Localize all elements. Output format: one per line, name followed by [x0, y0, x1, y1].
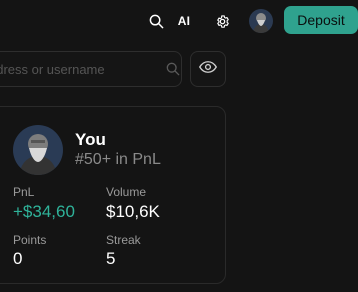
settings-gear-icon[interactable] — [211, 10, 233, 32]
visibility-toggle-button[interactable] — [190, 51, 226, 87]
app-root: AI Deposit ddress or username You #50+ i… — [0, 0, 358, 292]
profile-card: You #50+ in PnL PnL +$34,60 Volume $10,6… — [0, 106, 226, 284]
volume-value: $10,6K — [106, 202, 160, 221]
points-value: 0 — [13, 249, 23, 268]
search-icon — [165, 62, 181, 76]
ai-label: AI — [177, 14, 191, 28]
profile-rank: #50+ in PnL — [75, 151, 161, 168]
volume-label: Volume — [106, 185, 147, 199]
pnl-value: +$34,60 — [13, 202, 75, 221]
profile-avatar — [13, 125, 63, 175]
search-bar — [0, 51, 182, 87]
top-bar: AI Deposit — [0, 0, 358, 42]
ai-button[interactable]: AI — [173, 10, 195, 32]
pnl-label: PnL — [13, 185, 35, 199]
search-input[interactable] — [0, 52, 165, 86]
deposit-button[interactable]: Deposit — [284, 6, 358, 34]
streak-label: Streak — [106, 233, 141, 247]
search-icon[interactable] — [145, 10, 167, 32]
streak-value: 5 — [106, 249, 116, 268]
profile-name: You — [75, 130, 106, 149]
points-label: Points — [13, 233, 47, 247]
avatar[interactable] — [249, 9, 273, 33]
eye-icon — [198, 60, 218, 79]
